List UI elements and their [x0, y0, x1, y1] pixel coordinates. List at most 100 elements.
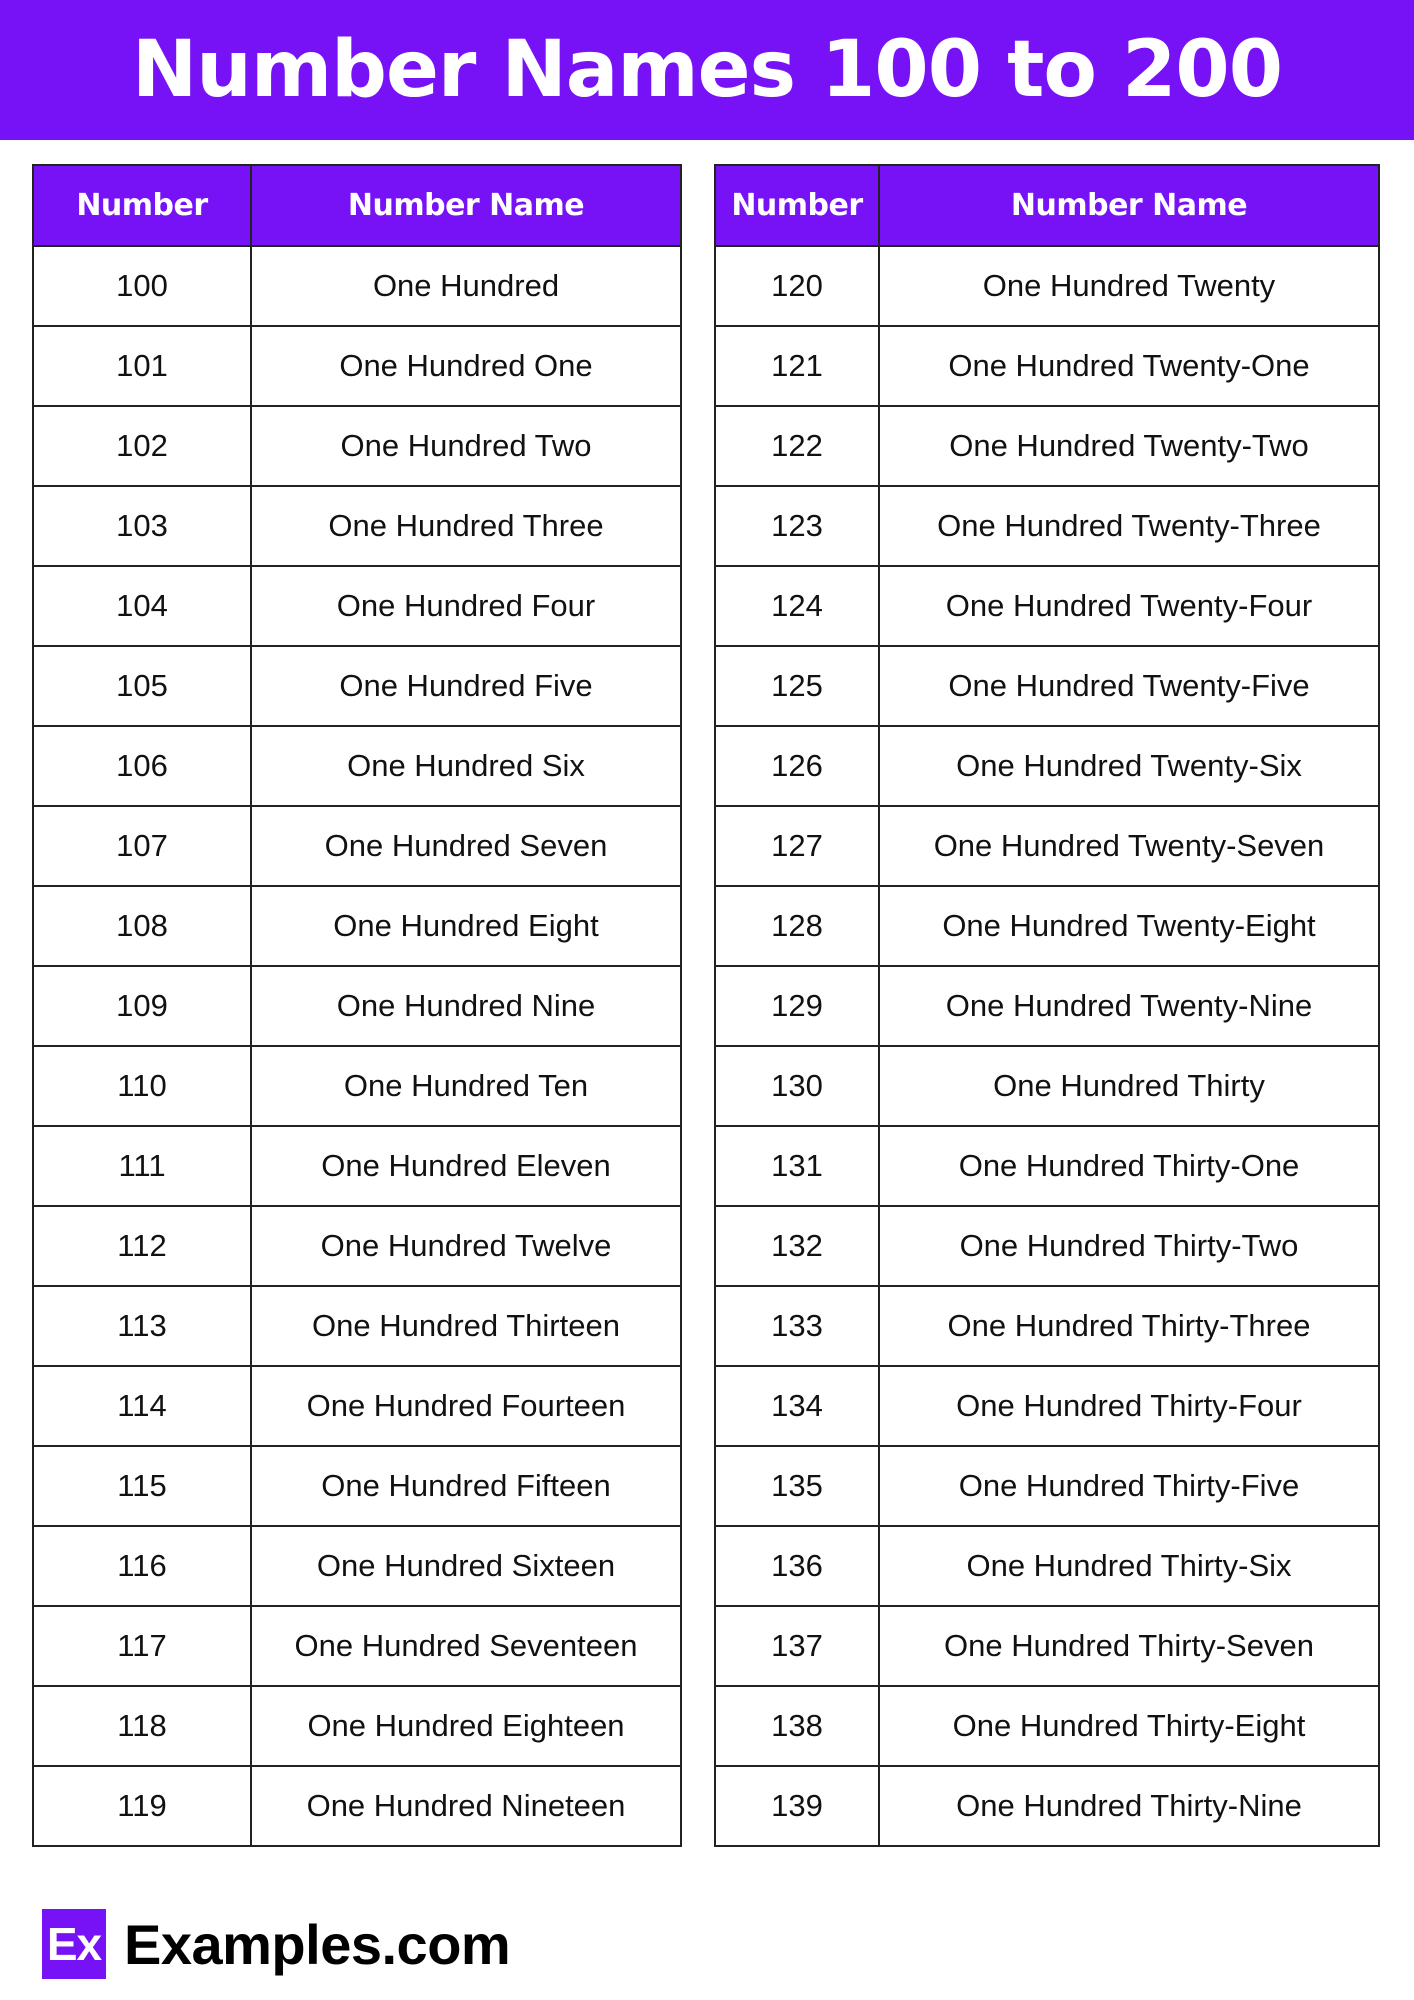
number-name-cell: One Hundred Twenty-Five	[878, 645, 1380, 727]
number-cell: 135	[714, 1445, 880, 1527]
table-row: 137 One Hundred Thirty-Seven	[714, 1605, 1380, 1687]
table-row: 123 One Hundred Twenty-Three	[714, 485, 1380, 567]
table-row: 133 One Hundred Thirty-Three	[714, 1285, 1380, 1367]
number-cell: 100	[32, 245, 252, 327]
number-name-cell: One Hundred Thirty-One	[878, 1125, 1380, 1207]
number-name-cell: One Hundred Fifteen	[250, 1445, 682, 1527]
number-name-cell: One Hundred Thirty-Four	[878, 1365, 1380, 1447]
number-cell: 106	[32, 725, 252, 807]
number-cell: 129	[714, 965, 880, 1047]
examples-logo-icon: Ex	[42, 1909, 106, 1979]
logo-text: Examples.com	[124, 1912, 511, 1976]
number-name-cell: One Hundred Sixteen	[250, 1525, 682, 1607]
number-cell: 131	[714, 1125, 880, 1207]
number-name-cell: One Hundred Twenty-Two	[878, 405, 1380, 487]
number-name-cell: One Hundred Eleven	[250, 1125, 682, 1207]
table-row: 100 One Hundred	[32, 245, 682, 327]
table-row: 110 One Hundred Ten	[32, 1045, 682, 1127]
number-name-cell: One Hundred Thirty-Six	[878, 1525, 1380, 1607]
number-cell: 134	[714, 1365, 880, 1447]
table-row: 132 One Hundred Thirty-Two	[714, 1205, 1380, 1287]
footer-logo[interactable]: Ex Examples.com	[42, 1909, 511, 1979]
table-row: 117 One Hundred Seventeen	[32, 1605, 682, 1687]
column-header-number-name: Number Name	[250, 164, 682, 247]
table-row: 101 One Hundred One	[32, 325, 682, 407]
number-name-cell: One Hundred Twelve	[250, 1205, 682, 1287]
table-row: 135 One Hundred Thirty-Five	[714, 1445, 1380, 1527]
number-name-cell: One Hundred Thirty-Two	[878, 1205, 1380, 1287]
table-row: 121 One Hundred Twenty-One	[714, 325, 1380, 407]
number-name-cell: One Hundred Thirty-Three	[878, 1285, 1380, 1367]
number-name-cell: One Hundred Nine	[250, 965, 682, 1047]
table-row: 119 One Hundred Nineteen	[32, 1765, 682, 1847]
number-name-cell: One Hundred Seventeen	[250, 1605, 682, 1687]
table-row: 128 One Hundred Twenty-Eight	[714, 885, 1380, 967]
table-row: 136 One Hundred Thirty-Six	[714, 1525, 1380, 1607]
table-row: 103 One Hundred Three	[32, 485, 682, 567]
number-cell: 113	[32, 1285, 252, 1367]
title-banner: Number Names 100 to 200	[0, 0, 1414, 140]
table-row: 134 One Hundred Thirty-Four	[714, 1365, 1380, 1447]
number-cell: 103	[32, 485, 252, 567]
number-cell: 112	[32, 1205, 252, 1287]
column-header-number: Number	[714, 164, 880, 247]
number-name-cell: One Hundred Thirty	[878, 1045, 1380, 1127]
number-names-table-right: Number Number Name 120 One Hundred Twenty…	[714, 164, 1380, 1847]
table-row: 131 One Hundred Thirty-One	[714, 1125, 1380, 1207]
number-cell: 139	[714, 1765, 880, 1847]
table-row: 116 One Hundred Sixteen	[32, 1525, 682, 1607]
table-header-row: Number Number Name	[32, 164, 682, 247]
table-row: 114 One Hundred Fourteen	[32, 1365, 682, 1447]
number-name-cell: One Hundred Thirty-Seven	[878, 1605, 1380, 1687]
number-cell: 122	[714, 405, 880, 487]
number-name-cell: One Hundred Four	[250, 565, 682, 647]
number-name-cell: One Hundred Two	[250, 405, 682, 487]
table-row: 129 One Hundred Twenty-Nine	[714, 965, 1380, 1047]
number-cell: 118	[32, 1685, 252, 1767]
table-row: 115 One Hundred Fifteen	[32, 1445, 682, 1527]
number-cell: 119	[32, 1765, 252, 1847]
table-row: 138 One Hundred Thirty-Eight	[714, 1685, 1380, 1767]
number-cell: 136	[714, 1525, 880, 1607]
number-name-cell: One Hundred Three	[250, 485, 682, 567]
number-cell: 138	[714, 1685, 880, 1767]
table-row: 118 One Hundred Eighteen	[32, 1685, 682, 1767]
number-name-cell: One Hundred	[250, 245, 682, 327]
column-header-number-name: Number Name	[878, 164, 1380, 247]
number-name-cell: One Hundred Twenty-Eight	[878, 885, 1380, 967]
number-cell: 115	[32, 1445, 252, 1527]
number-cell: 125	[714, 645, 880, 727]
table-row: 120 One Hundred Twenty	[714, 245, 1380, 327]
number-cell: 111	[32, 1125, 252, 1207]
number-cell: 130	[714, 1045, 880, 1127]
number-cell: 123	[714, 485, 880, 567]
number-name-cell: One Hundred Eighteen	[250, 1685, 682, 1767]
number-cell: 128	[714, 885, 880, 967]
table-row: 139 One Hundred Thirty-Nine	[714, 1765, 1380, 1847]
number-cell: 133	[714, 1285, 880, 1367]
table-row: 125 One Hundred Twenty-Five	[714, 645, 1380, 727]
number-name-cell: One Hundred Twenty-One	[878, 325, 1380, 407]
page-title: Number Names 100 to 200	[132, 25, 1283, 115]
table-row: 122 One Hundred Twenty-Two	[714, 405, 1380, 487]
column-header-number: Number	[32, 164, 252, 247]
table-row: 111 One Hundred Eleven	[32, 1125, 682, 1207]
table-row: 102 One Hundred Two	[32, 405, 682, 487]
table-row: 112 One Hundred Twelve	[32, 1205, 682, 1287]
number-cell: 127	[714, 805, 880, 887]
number-cell: 120	[714, 245, 880, 327]
table-row: 109 One Hundred Nine	[32, 965, 682, 1047]
number-name-cell: One Hundred Twenty	[878, 245, 1380, 327]
number-name-cell: One Hundred Thirty-Five	[878, 1445, 1380, 1527]
number-name-cell: One Hundred Thirteen	[250, 1285, 682, 1367]
number-cell: 137	[714, 1605, 880, 1687]
number-names-table-left: Number Number Name 100 One Hundred 101 One …	[32, 164, 682, 1847]
number-cell: 110	[32, 1045, 252, 1127]
number-name-cell: One Hundred Five	[250, 645, 682, 727]
number-name-cell: One Hundred Thirty-Nine	[878, 1765, 1380, 1847]
number-cell: 121	[714, 325, 880, 407]
number-name-cell: One Hundred One	[250, 325, 682, 407]
number-cell: 104	[32, 565, 252, 647]
table-row: 113 One Hundred Thirteen	[32, 1285, 682, 1367]
number-name-cell: One Hundred Fourteen	[250, 1365, 682, 1447]
